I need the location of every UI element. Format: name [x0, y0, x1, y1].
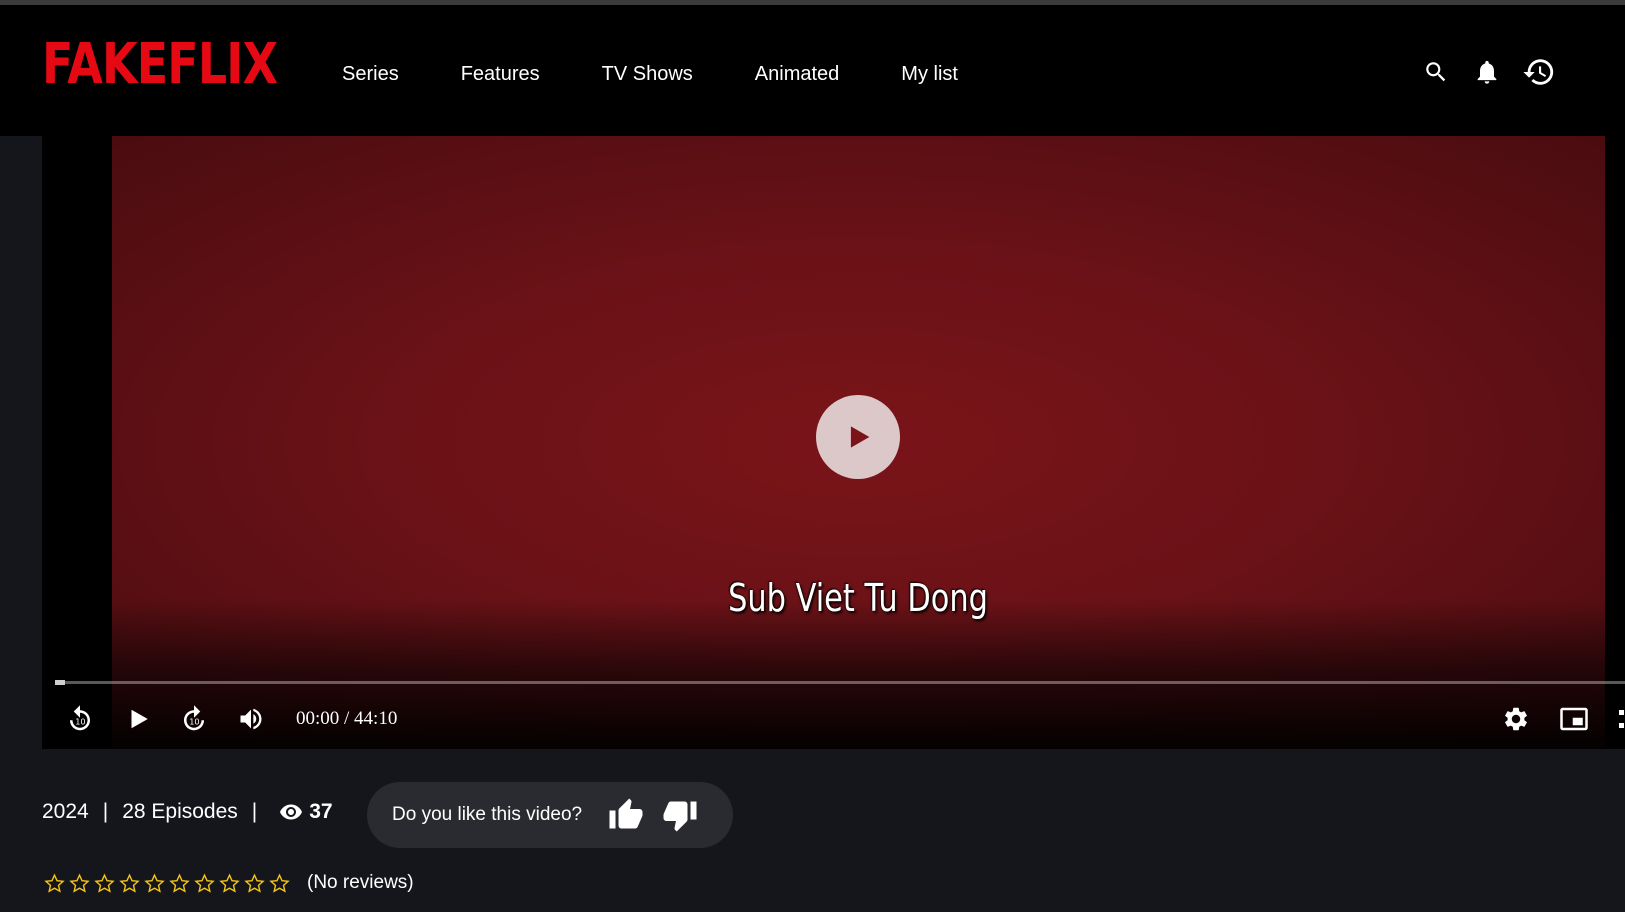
star-icon[interactable]: [117, 871, 142, 895]
play-icon[interactable]: [122, 703, 154, 735]
star-icon[interactable]: [167, 871, 192, 895]
svg-text:10: 10: [75, 716, 85, 726]
search-icon[interactable]: [1419, 55, 1453, 89]
controls-gradient: [42, 599, 1625, 749]
star-icon[interactable]: [42, 871, 67, 895]
picture-in-picture-icon[interactable]: [1558, 703, 1590, 735]
nav-my-list[interactable]: My list: [901, 61, 958, 87]
nav-tv-shows[interactable]: TV Shows: [602, 61, 693, 87]
fakeflix-logo[interactable]: FAKEFLIX: [42, 37, 278, 93]
progress-handle[interactable]: [55, 680, 65, 685]
nav-animated[interactable]: Animated: [755, 61, 840, 87]
release-year: 2024: [42, 800, 89, 823]
reviews-label: (No reviews): [307, 872, 414, 893]
main-nav: Series Features TV Shows Animated My lis…: [342, 61, 958, 87]
nav-series[interactable]: Series: [342, 61, 399, 87]
play-icon: [850, 426, 870, 448]
big-play-button[interactable]: [816, 395, 900, 479]
forward-10-icon[interactable]: 10: [178, 703, 210, 735]
more-options-icon[interactable]: [1608, 703, 1625, 735]
bell-icon[interactable]: [1470, 55, 1504, 89]
video-meta: 2024 | 28 Episodes | 37: [42, 800, 333, 824]
thumbs-up-icon[interactable]: [606, 795, 646, 835]
meta-separator: |: [102, 800, 109, 823]
feedback-box: Do you like this video?: [367, 782, 733, 848]
subtitle-text: Sub Viet Tu Dong: [728, 576, 988, 620]
view-count-value: 37: [309, 800, 333, 823]
rewind-10-icon[interactable]: 10: [64, 703, 96, 735]
eye-icon: [280, 804, 303, 820]
nav-features[interactable]: Features: [461, 61, 540, 87]
feedback-question: Do you like this video?: [392, 804, 583, 825]
settings-gear-icon[interactable]: [1500, 703, 1532, 735]
site-header: FAKEFLIX Series Features TV Shows Animat…: [0, 5, 1625, 136]
view-count: 37: [279, 800, 333, 824]
episode-count: 28 Episodes: [122, 800, 238, 823]
meta-separator: |: [251, 800, 258, 823]
star-icon[interactable]: [192, 871, 217, 895]
star-icon[interactable]: [142, 871, 167, 895]
star-icon[interactable]: [67, 871, 92, 895]
rating-stars: (No reviews): [42, 871, 414, 895]
star-icon[interactable]: [242, 871, 267, 895]
time-display: 00:00 / 44:10: [296, 708, 398, 729]
video-player[interactable]: Sub Viet Tu Dong 10 10 00:00 / 44:10: [42, 136, 1625, 749]
volume-icon[interactable]: [235, 703, 267, 735]
thumbs-down-icon[interactable]: [660, 795, 700, 835]
star-icon[interactable]: [92, 871, 117, 895]
svg-text:10: 10: [189, 716, 199, 726]
history-icon[interactable]: [1522, 55, 1556, 89]
star-icon[interactable]: [217, 871, 242, 895]
star-icon[interactable]: [267, 871, 292, 895]
star-row: [42, 871, 292, 895]
progress-bar[interactable]: [55, 680, 1625, 685]
